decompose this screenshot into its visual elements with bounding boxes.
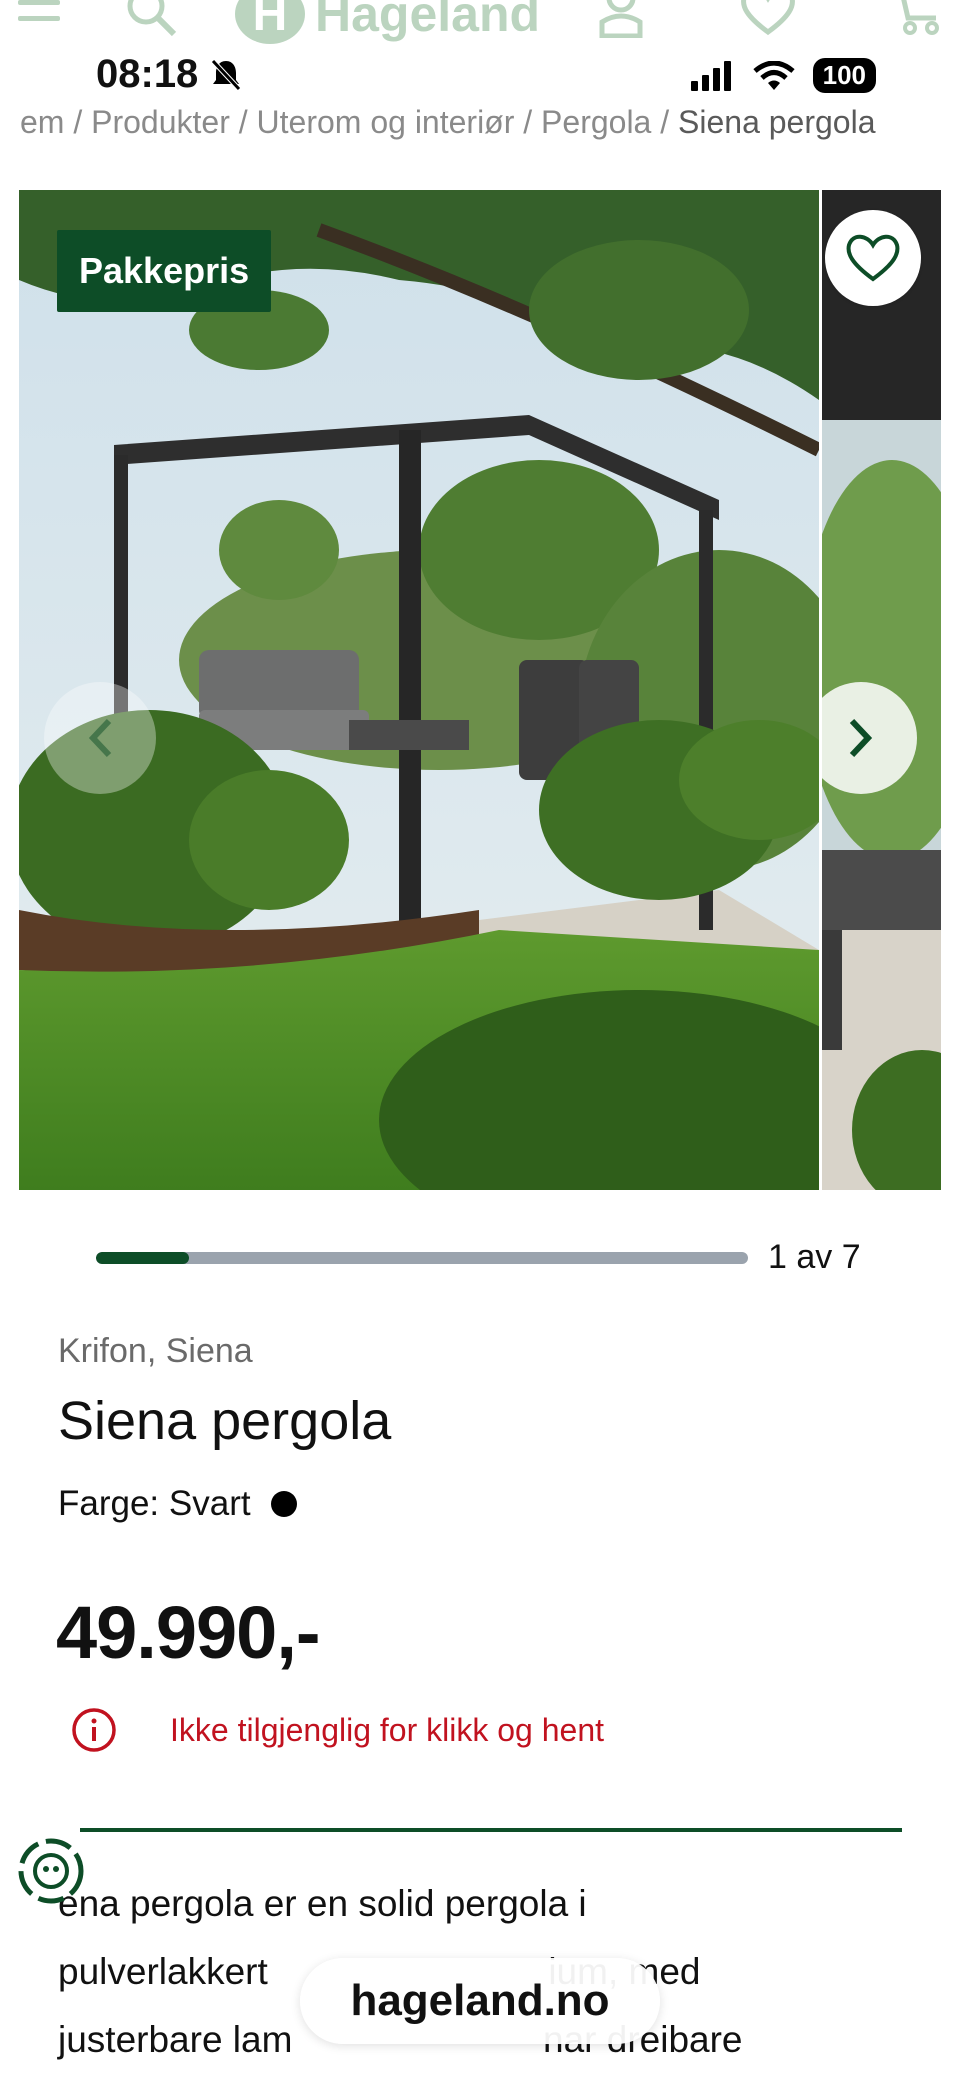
info-icon [72,1708,116,1752]
breadcrumb: em / Produkter / Uterom og interiør / Pe… [20,104,876,140]
gallery-progress-fill [96,1252,190,1264]
package-price-badge: Pakkepris [57,230,272,312]
breadcrumb-item[interactable]: Produkter [91,104,230,140]
menu-icon[interactable] [18,0,60,26]
color-swatch[interactable] [270,1491,297,1517]
cellular-signal-icon [690,60,731,91]
wifi-icon [752,60,795,90]
favorite-button[interactable] [825,210,921,306]
site-header: H Hageland [0,0,960,56]
color-label: Farge: Svart [58,1484,251,1523]
status-bar-time: 08:18 [96,52,243,97]
status-bar-indicators: 100 [690,58,876,93]
product-gallery[interactable]: Pakkepris [19,190,941,1190]
breadcrumb-current: Siena pergola [678,104,876,140]
breadcrumb-item[interactable]: Pergola [541,104,651,140]
gallery-progress-bar [96,1252,748,1264]
chevron-right-icon [849,718,873,758]
pergola-photo [19,190,819,1190]
silent-bell-icon [211,59,242,91]
site-url-pill[interactable]: hageland.no [300,1958,660,2044]
breadcrumb-item[interactable]: Uterom og interiør [257,104,515,140]
availability-notice: Ikke tilgjenglig for klikk og hent [70,1706,604,1754]
chat-icon [18,1838,84,1904]
product-color: Farge: Svart [58,1484,297,1524]
product-image[interactable]: Pakkepris [19,190,819,1190]
description-line: ena pergola er en solid pergola i [58,1883,587,1924]
product-price: 49.990,- [56,1591,321,1674]
search-icon[interactable] [126,0,178,38]
gallery-prev-button[interactable] [44,682,156,794]
gallery-counter: 1 av 7 [768,1238,861,1276]
breadcrumb-item[interactable]: em [20,104,64,140]
next-product-image[interactable] [822,190,941,1190]
chevron-left-icon [88,718,112,758]
section-divider [80,1828,902,1832]
battery-indicator: 100 [812,58,876,93]
logo-icon: H [235,0,305,44]
brand-logo[interactable]: H Hageland [235,0,540,44]
cart-icon[interactable] [892,0,942,36]
chat-widget-button[interactable] [16,1836,86,1906]
user-icon[interactable] [598,0,644,38]
availability-text: Ikke tilgjenglig for klikk og hent [170,1711,604,1748]
brand-name: Hageland [315,0,541,42]
product-title: Siena pergola [58,1391,392,1451]
heart-icon[interactable] [740,0,796,36]
heart-icon [846,234,900,282]
product-brand[interactable]: Krifon, Siena [58,1332,253,1371]
